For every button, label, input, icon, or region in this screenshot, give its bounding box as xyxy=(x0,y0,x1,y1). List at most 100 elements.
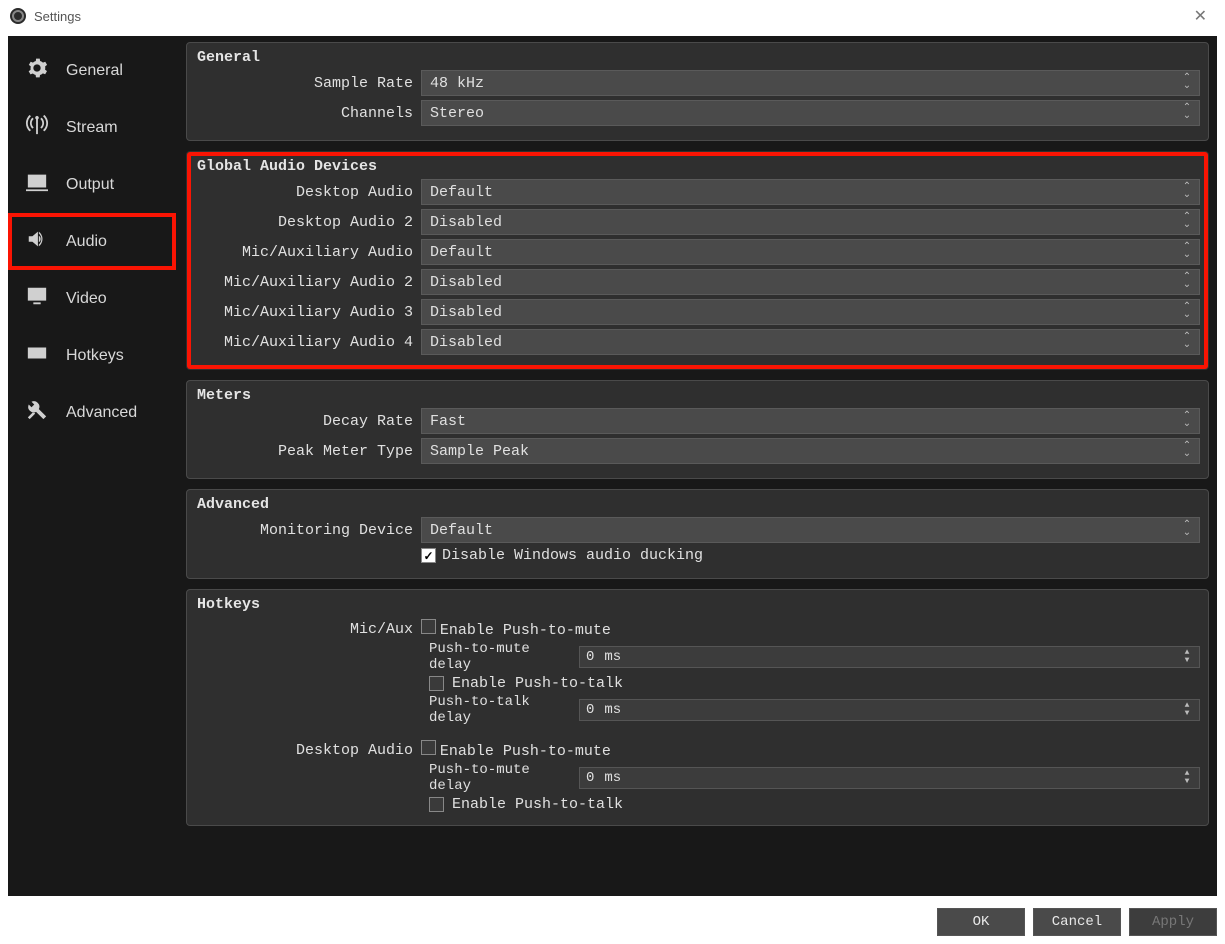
monitoring-device-label: Monitoring Device xyxy=(195,522,421,539)
peak-meter-combo[interactable]: Sample Peak xyxy=(421,438,1200,464)
combo-value: Default xyxy=(430,522,493,539)
desktop-ptt-label: Enable Push-to-talk xyxy=(452,796,623,813)
panel-global-audio: Global Audio Devices Desktop Audio Defau… xyxy=(186,151,1209,370)
channels-value: Stereo xyxy=(430,105,484,122)
mic-aux-3-combo[interactable]: Disabled xyxy=(421,299,1200,325)
num-value: 0 xyxy=(586,702,594,718)
sidebar-item-label: Advanced xyxy=(66,404,137,422)
num-unit: ms xyxy=(604,702,621,718)
updown-icon xyxy=(1179,441,1195,461)
updown-icon xyxy=(1179,212,1195,232)
hotkey-group-desktop: Desktop Audio Enable Push-to-mute Push-t… xyxy=(195,740,1200,813)
updown-icon xyxy=(1179,520,1195,540)
sidebar-item-advanced[interactable]: Advanced xyxy=(8,384,176,441)
micaux-ptt-checkbox[interactable] xyxy=(429,676,444,691)
mic-aux-4-combo[interactable]: Disabled xyxy=(421,329,1200,355)
monitor-icon xyxy=(22,285,52,312)
updown-icon xyxy=(1179,332,1195,352)
num-unit: ms xyxy=(604,770,621,786)
device-label: Mic/Auxiliary Audio 2 xyxy=(195,274,421,291)
num-value: 0 xyxy=(586,770,594,786)
panel-title: Hotkeys xyxy=(195,596,1200,613)
combo-value: Disabled xyxy=(430,334,502,351)
micaux-ptm-checkbox[interactable] xyxy=(421,619,436,634)
updown-icon xyxy=(1179,182,1195,202)
updown-icon xyxy=(1179,302,1195,322)
desktop-ptm-checkbox[interactable] xyxy=(421,740,436,755)
sidebar-item-label: Stream xyxy=(66,119,118,137)
combo-value: Disabled xyxy=(430,274,502,291)
sidebar-item-label: General xyxy=(66,62,123,80)
sidebar-item-label: Output xyxy=(66,176,114,194)
sample-rate-value: 48 kHz xyxy=(430,75,484,92)
decay-rate-combo[interactable]: Fast xyxy=(421,408,1200,434)
desktop-ptt-checkbox[interactable] xyxy=(429,797,444,812)
panel-general: General Sample Rate 48 kHz Channels St xyxy=(186,42,1209,141)
mic-aux-2-combo[interactable]: Disabled xyxy=(421,269,1200,295)
device-label: Mic/Auxiliary Audio xyxy=(195,244,421,261)
app-frame: General Stream Output Audio Video Hotkey… xyxy=(8,36,1217,896)
micaux-ptt-label: Enable Push-to-talk xyxy=(452,675,623,692)
cancel-button[interactable]: Cancel xyxy=(1033,908,1121,936)
updown-icon xyxy=(1179,411,1195,431)
speaker-icon xyxy=(22,228,52,255)
channels-combo[interactable]: Stereo xyxy=(421,100,1200,126)
close-button[interactable]: ✕ xyxy=(1186,2,1215,30)
titlebar: Settings ✕ xyxy=(0,0,1225,32)
sidebar-item-label: Video xyxy=(66,290,107,308)
sidebar-item-video[interactable]: Video xyxy=(8,270,176,327)
sidebar-item-hotkeys[interactable]: Hotkeys xyxy=(8,327,176,384)
sidebar-item-stream[interactable]: Stream xyxy=(8,99,176,156)
apply-button[interactable]: Apply xyxy=(1129,908,1217,936)
spinner-icon[interactable] xyxy=(1179,768,1195,788)
device-label: Desktop Audio xyxy=(195,184,421,201)
sidebar-item-output[interactable]: Output xyxy=(8,156,176,213)
sidebar-item-general[interactable]: General xyxy=(8,42,176,99)
spinner-icon[interactable] xyxy=(1179,700,1195,720)
combo-value: Disabled xyxy=(430,304,502,321)
num-value: 0 xyxy=(586,649,594,665)
antenna-icon xyxy=(22,114,52,141)
num-unit: ms xyxy=(604,649,621,665)
combo-value: Default xyxy=(430,244,493,261)
gear-icon xyxy=(22,57,52,84)
sample-rate-label: Sample Rate xyxy=(195,75,421,92)
desktop-label: Desktop Audio xyxy=(195,742,421,759)
panel-title: General xyxy=(195,49,1200,66)
panel-advanced: Advanced Monitoring Device Default Disab… xyxy=(186,489,1209,579)
ok-button[interactable]: OK xyxy=(937,908,1025,936)
micaux-ptt-delay-input[interactable]: 0 ms xyxy=(579,699,1200,721)
keyboard-icon xyxy=(22,342,52,369)
micaux-ptm-label: Enable Push-to-mute xyxy=(440,622,611,639)
device-label: Mic/Auxiliary Audio 4 xyxy=(195,334,421,351)
panel-hotkeys: Hotkeys Mic/Aux Enable Push-to-mute Push… xyxy=(186,589,1209,826)
micaux-ptm-delay-input[interactable]: 0 ms xyxy=(579,646,1200,668)
monitoring-device-combo[interactable]: Default xyxy=(421,517,1200,543)
panel-title: Global Audio Devices xyxy=(195,158,1200,175)
sidebar-item-audio[interactable]: Audio xyxy=(8,213,176,270)
combo-value: Default xyxy=(430,184,493,201)
decay-rate-label: Decay Rate xyxy=(195,413,421,430)
combo-value: Fast xyxy=(430,413,466,430)
desktop-audio-2-combo[interactable]: Disabled xyxy=(421,209,1200,235)
device-label: Mic/Auxiliary Audio 3 xyxy=(195,304,421,321)
app-icon xyxy=(10,8,26,24)
output-icon xyxy=(22,171,52,198)
ducking-checkbox[interactable] xyxy=(421,548,436,563)
spinner-icon[interactable] xyxy=(1179,647,1195,667)
sample-rate-combo[interactable]: 48 kHz xyxy=(421,70,1200,96)
combo-value: Disabled xyxy=(430,214,502,231)
hotkey-group-micaux: Mic/Aux Enable Push-to-mute Push-to-mute… xyxy=(195,619,1200,726)
channels-label: Channels xyxy=(195,105,421,122)
sidebar-item-label: Audio xyxy=(66,233,107,251)
desktop-ptm-delay-input[interactable]: 0 ms xyxy=(579,767,1200,789)
scroll-area[interactable]: General Sample Rate 48 kHz Channels St xyxy=(186,42,1209,890)
desktop-audio-combo[interactable]: Default xyxy=(421,179,1200,205)
panel-meters: Meters Decay Rate Fast Peak Meter Type S… xyxy=(186,380,1209,479)
device-label: Desktop Audio 2 xyxy=(195,214,421,231)
tools-icon xyxy=(22,399,52,426)
mic-aux-combo[interactable]: Default xyxy=(421,239,1200,265)
updown-icon xyxy=(1179,73,1195,93)
ducking-label: Disable Windows audio ducking xyxy=(442,547,703,564)
ptm-delay-label: Push-to-mute delay xyxy=(429,762,579,794)
